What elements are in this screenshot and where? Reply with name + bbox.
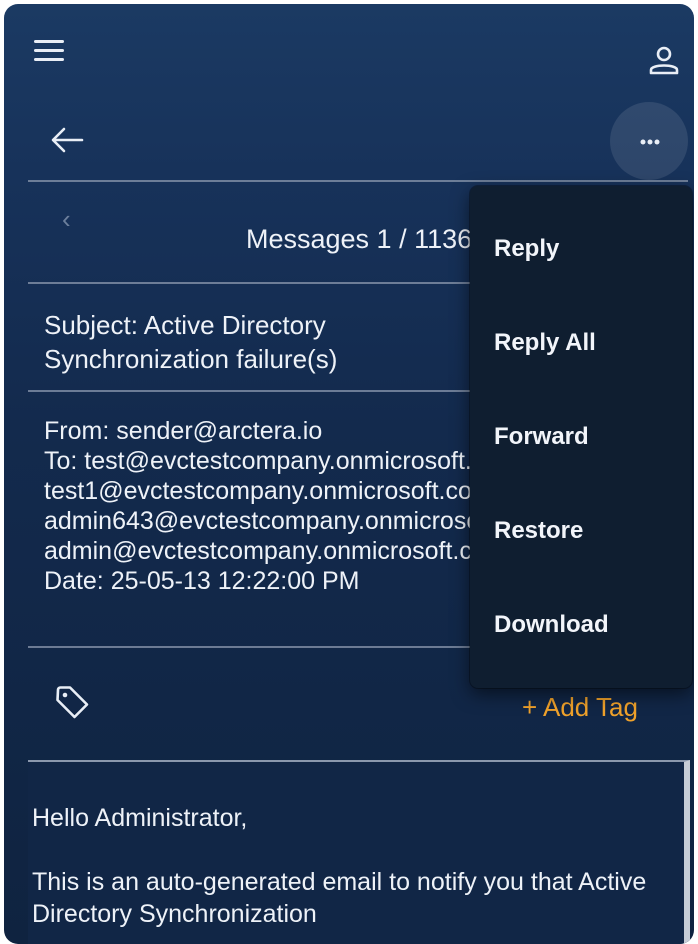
message-count: Messages 1 / 11366 <box>246 224 488 254</box>
hamburger-menu-icon[interactable] <box>34 40 64 62</box>
menu-item-reply[interactable]: Reply <box>470 202 692 296</box>
menu-item-download[interactable]: Download <box>470 578 692 672</box>
chevron-left-icon[interactable]: ‹ <box>62 204 71 235</box>
email-from: From: sender@arctera.io <box>44 417 323 445</box>
menu-item-label: Reply All <box>494 329 596 356</box>
body-greeting: Hello Administrator, <box>32 804 248 832</box>
email-recipient: admin@evctestcompany.onmicrosoft.com <box>44 537 474 565</box>
email-header: From: sender@arctera.io To: test@evctest… <box>44 416 474 596</box>
menu-item-label: Forward <box>494 423 589 450</box>
email-viewer-panel: ‹ Messages 1 / 11366 Subject: Active Dir… <box>4 4 694 944</box>
email-body: Hello Administrator, This is an auto-gen… <box>28 760 690 944</box>
more-options-button[interactable] <box>610 102 688 180</box>
menu-item-label: Reply <box>494 235 560 262</box>
user-profile-icon[interactable] <box>648 44 680 76</box>
add-tag-button[interactable]: + Add Tag <box>522 692 638 723</box>
more-horizontal-icon <box>640 139 660 145</box>
menu-item-forward[interactable]: Forward <box>470 390 692 484</box>
body-paragraph: This is an auto-generated email to notif… <box>32 868 647 928</box>
email-subject: Subject: Active Directory Synchronizatio… <box>44 310 338 374</box>
email-date: Date: 25-05-13 12:22:00 PM <box>44 567 360 595</box>
top-bar <box>4 4 694 104</box>
email-recipient: admin643@evctestcompany.onmicrosoft.com; <box>44 507 474 535</box>
menu-item-label: Restore <box>494 517 584 544</box>
menu-item-restore[interactable]: Restore <box>470 484 692 578</box>
menu-item-reply-all[interactable]: Reply All <box>470 296 692 390</box>
more-options-menu: Reply Reply All Forward Restore Download <box>470 186 692 688</box>
email-to: To: test@evctestcompany.onmicrosoft.com; <box>44 447 474 475</box>
divider <box>28 180 688 182</box>
tag-icon[interactable] <box>54 684 90 720</box>
email-recipient: test1@evctestcompany.onmicrosoft.com; <box>44 477 474 505</box>
arrow-left-icon[interactable] <box>50 126 84 154</box>
menu-item-label: Download <box>494 611 609 638</box>
